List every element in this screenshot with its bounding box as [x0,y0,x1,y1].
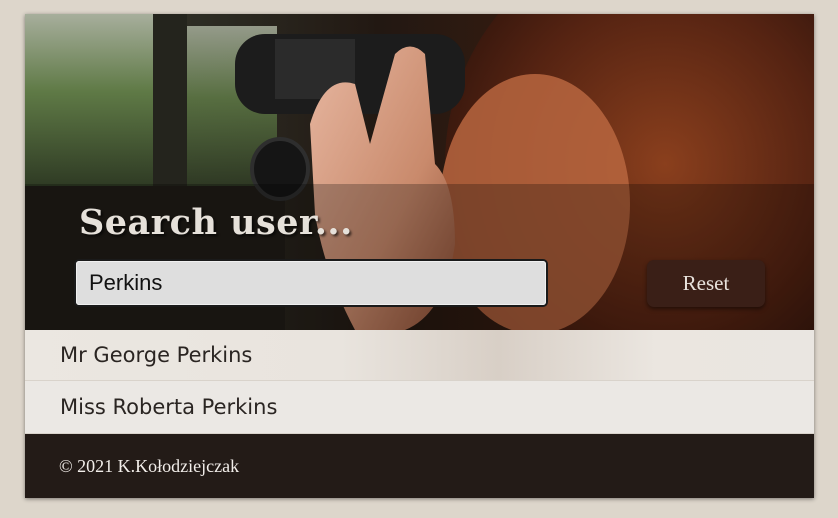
window-pane-left [25,14,153,186]
results-list: Mr George Perkins Miss Roberta Perkins [25,330,814,434]
list-item[interactable]: Miss Roberta Perkins [25,381,814,434]
hero-banner: Search user... Reset [25,14,814,330]
search-input[interactable] [74,259,548,307]
footer: © 2021 K.Kołodziejczak [25,434,814,498]
hero-title: Search user... [79,202,353,243]
list-item[interactable]: Mr George Perkins [25,330,814,381]
footer-copyright: © 2021 K.Kołodziejczak [59,456,240,476]
search-card: Search user... Reset Mr George Perkins M… [25,14,814,498]
reset-button[interactable]: Reset [647,260,765,307]
